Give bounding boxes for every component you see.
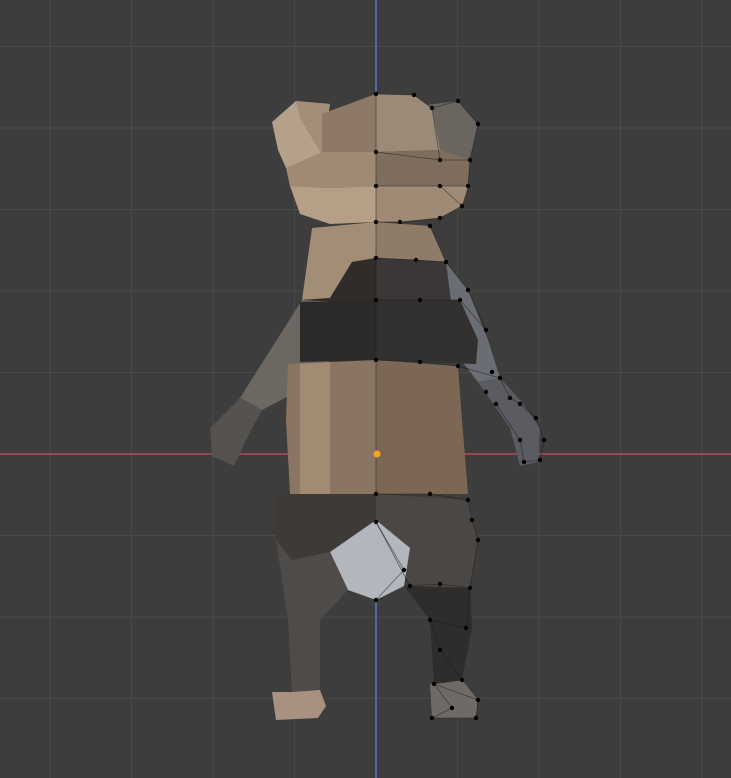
mesh-vertex[interactable] [455, 98, 461, 104]
mesh-vertex[interactable] [373, 183, 379, 189]
mesh-vertex[interactable] [437, 183, 443, 189]
mesh-vertex[interactable] [473, 715, 479, 721]
mesh-vertex[interactable] [417, 297, 423, 303]
mesh-vertex[interactable] [465, 287, 471, 293]
mesh-vertex[interactable] [497, 375, 503, 381]
mesh-vertex[interactable] [429, 715, 435, 721]
viewport-canvas[interactable] [0, 0, 731, 778]
mesh-vertex[interactable] [457, 297, 463, 303]
torso-light-left-front [300, 362, 330, 494]
torso-light-right [376, 360, 468, 494]
mesh-vertex[interactable] [417, 359, 423, 365]
mesh-vertex[interactable] [443, 259, 449, 265]
object-origin-icon[interactable] [373, 450, 381, 458]
mesh-vertex[interactable] [475, 121, 481, 127]
mesh-vertex[interactable] [459, 677, 465, 683]
mesh-vertex[interactable] [373, 219, 379, 225]
mesh-vertex[interactable] [427, 223, 433, 229]
mesh-vertex[interactable] [517, 401, 523, 407]
mesh-vertex[interactable] [373, 297, 379, 303]
mesh-vertex[interactable] [373, 255, 379, 261]
mesh-vertex[interactable] [493, 401, 499, 407]
mesh-vertex[interactable] [463, 625, 469, 631]
mesh-vertex[interactable] [373, 597, 379, 603]
mesh-vertex[interactable] [373, 491, 379, 497]
mesh-vertex[interactable] [437, 157, 443, 163]
mesh-vertex[interactable] [427, 617, 433, 623]
mesh-vertex[interactable] [437, 581, 443, 587]
left-foot [272, 690, 326, 720]
3d-viewport[interactable] [0, 0, 731, 778]
mesh-vertex[interactable] [467, 585, 473, 591]
mesh-vertex[interactable] [467, 157, 473, 163]
torso-light-left [286, 360, 376, 494]
mesh-vertex[interactable] [431, 681, 437, 687]
mesh-vertex[interactable] [521, 459, 527, 465]
mesh-vertex[interactable] [469, 517, 475, 523]
mesh-vertex[interactable] [413, 257, 419, 263]
mesh-vertex[interactable] [411, 92, 417, 98]
mesh-vertex[interactable] [541, 437, 547, 443]
mesh-vertex[interactable] [489, 369, 495, 375]
mesh-vertex[interactable] [475, 537, 481, 543]
mesh-vertex[interactable] [437, 215, 443, 221]
mesh-vertex[interactable] [373, 149, 379, 155]
mesh-vertex[interactable] [373, 91, 379, 97]
mesh-vertex[interactable] [373, 519, 379, 525]
torso-dark-right [376, 300, 478, 364]
mesh-vertex[interactable] [427, 491, 433, 497]
mesh-vertex[interactable] [449, 705, 455, 711]
mesh-vertex[interactable] [401, 567, 407, 573]
mesh-vertex[interactable] [537, 457, 543, 463]
mesh-vertex[interactable] [459, 203, 465, 209]
mesh-vertex[interactable] [465, 497, 471, 503]
mesh-vertex[interactable] [373, 357, 379, 363]
torso-dark-left [300, 300, 376, 362]
mesh-vertex[interactable] [397, 219, 403, 225]
mesh-vertex[interactable] [437, 647, 443, 653]
mesh-vertex[interactable] [533, 415, 539, 421]
head-mid-right [376, 150, 470, 186]
mesh-vertex[interactable] [455, 363, 461, 369]
mesh-vertex[interactable] [483, 389, 489, 395]
mesh-vertex[interactable] [483, 327, 489, 333]
mesh-vertex[interactable] [465, 183, 471, 189]
mesh-vertex[interactable] [517, 437, 523, 443]
mesh-vertex[interactable] [429, 105, 435, 111]
mesh-vertex[interactable] [507, 395, 513, 401]
mesh-vertex[interactable] [475, 697, 481, 703]
mesh-vertex[interactable] [407, 583, 413, 589]
